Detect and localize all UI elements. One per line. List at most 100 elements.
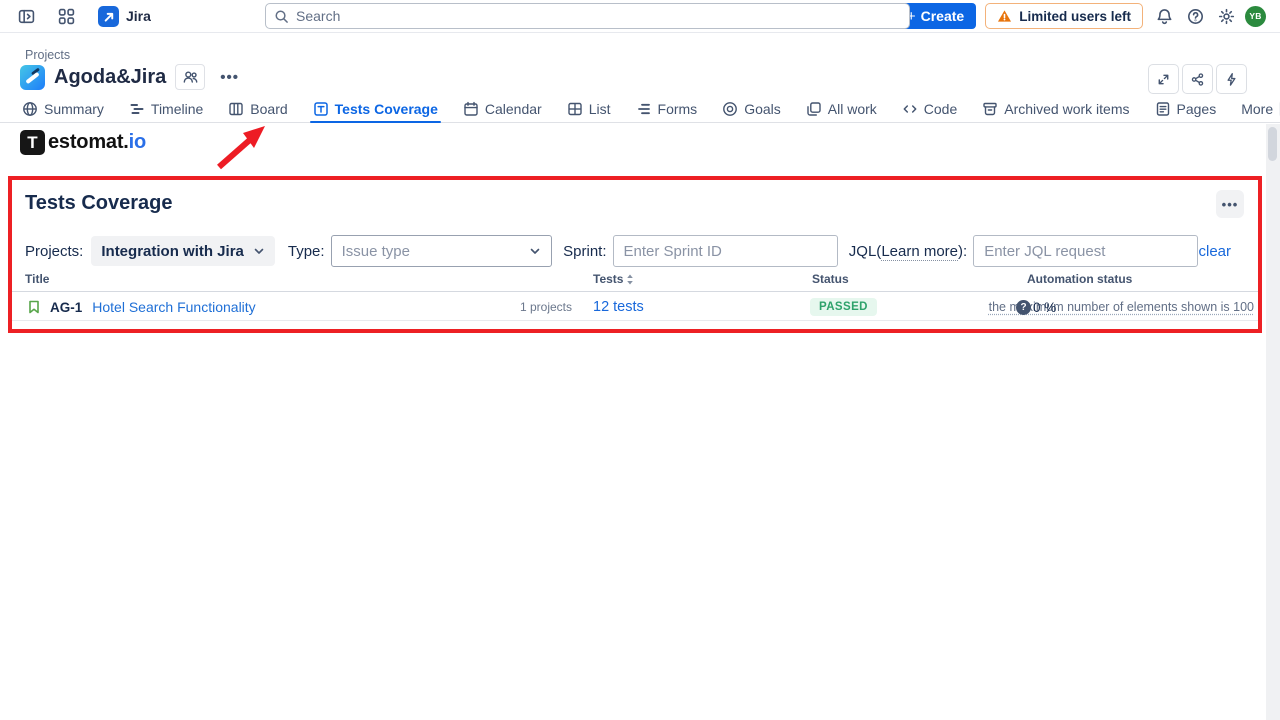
chevron-down-icon xyxy=(253,245,265,257)
share-button[interactable] xyxy=(1182,64,1213,94)
limited-users-banner[interactable]: Limited users left xyxy=(985,3,1143,29)
gear-icon xyxy=(1218,8,1235,25)
search-input[interactable] xyxy=(296,8,901,24)
global-search[interactable] xyxy=(265,3,910,29)
topbar: Jira + Create Limited users left YB xyxy=(0,0,1280,33)
tab-label: Pages xyxy=(1177,101,1217,117)
project-tabs: Summary Timeline Board Tests Coverage Ca… xyxy=(0,95,1280,123)
tab-more[interactable]: More 2 xyxy=(1241,95,1280,122)
automation-value: 0 % xyxy=(1033,300,1056,315)
tab-archived-work-items[interactable]: Archived work items xyxy=(982,95,1129,122)
column-title: Title xyxy=(25,272,49,286)
jira-brand[interactable]: Jira xyxy=(98,6,151,27)
project-members-button[interactable] xyxy=(175,64,205,90)
tab-goals[interactable]: Goals xyxy=(722,95,781,122)
tab-forms[interactable]: Forms xyxy=(636,95,698,122)
testomat-logo-text: estomat. xyxy=(48,131,129,154)
jira-logo-icon xyxy=(98,6,119,27)
code-icon xyxy=(902,101,918,117)
tests-coverage-panel: Tests Coverage ••• Projects: Integration… xyxy=(8,176,1262,333)
calendar-icon xyxy=(463,101,479,117)
help-icon xyxy=(1187,8,1204,25)
share-icon xyxy=(1190,72,1205,87)
tab-board[interactable]: Board xyxy=(228,95,287,122)
table-row: AG-1 Hotel Search Functionality 1 projec… xyxy=(12,293,1258,321)
project-avatar-icon xyxy=(20,65,45,90)
projects-count: 1 projects xyxy=(482,293,572,321)
jql-filter-label: JQL(Learn more): xyxy=(849,243,967,260)
topbar-icons: YB xyxy=(1152,4,1266,28)
people-icon xyxy=(182,69,199,85)
testomat-t-icon xyxy=(313,101,329,117)
tab-label: List xyxy=(589,101,611,117)
panel-more-button[interactable]: ••• xyxy=(1216,190,1244,218)
sidebar-toggle-button[interactable] xyxy=(14,4,38,28)
user-avatar[interactable]: YB xyxy=(1245,6,1266,27)
type-filter-label: Type: xyxy=(288,243,325,260)
settings-button[interactable] xyxy=(1214,4,1238,28)
search-icon xyxy=(274,9,289,24)
testomat-logo-icon: T xyxy=(20,130,45,155)
grid-icon xyxy=(567,101,583,117)
help-button[interactable] xyxy=(1183,4,1207,28)
sprint-input[interactable] xyxy=(613,235,838,267)
table-header: Title Tests Status Automation status xyxy=(12,272,1258,292)
tab-code[interactable]: Code xyxy=(902,95,957,122)
filters-bar: Projects: Integration with Jira Type: Is… xyxy=(25,234,1245,268)
tab-calendar[interactable]: Calendar xyxy=(463,95,542,122)
tab-tests-coverage[interactable]: Tests Coverage xyxy=(313,95,438,122)
app-grid-icon xyxy=(58,8,75,25)
forms-icon xyxy=(636,101,652,117)
status-cell: PASSED xyxy=(810,297,877,316)
tab-list[interactable]: List xyxy=(567,95,611,122)
issue-type-select[interactable]: Issue type xyxy=(331,235,553,267)
tests-count-link[interactable]: 12 tests xyxy=(593,293,644,321)
tab-label: All work xyxy=(828,101,877,117)
testomat-logo-tld: io xyxy=(129,131,146,154)
lightning-icon xyxy=(1224,72,1239,87)
tab-label: Timeline xyxy=(151,101,203,117)
timeline-icon xyxy=(129,101,145,117)
jql-input[interactable] xyxy=(973,235,1198,267)
app-switcher-button[interactable] xyxy=(54,4,78,28)
scrollbar-thumb[interactable] xyxy=(1268,127,1277,161)
jql-learn-more-link[interactable]: Learn more xyxy=(881,243,958,261)
projects-dropdown[interactable]: Integration with Jira xyxy=(91,236,275,266)
warning-icon xyxy=(997,9,1012,23)
tab-all-work[interactable]: All work xyxy=(806,95,877,122)
testomat-logo: T estomat. io xyxy=(20,130,146,155)
tab-label: Summary xyxy=(44,101,104,117)
sidebar-toggle-icon xyxy=(18,8,35,25)
column-tests[interactable]: Tests xyxy=(593,272,634,286)
tab-label: More xyxy=(1241,101,1273,117)
scrollbar-track[interactable] xyxy=(1266,124,1280,720)
automation-status-cell: ? 0 % xyxy=(1016,293,1056,321)
issue-type-placeholder: Issue type xyxy=(342,243,410,260)
tab-label: Archived work items xyxy=(1004,101,1129,117)
breadcrumb[interactable]: Projects xyxy=(25,48,70,62)
jql-label-prefix: JQL( xyxy=(849,243,882,260)
tab-label: Board xyxy=(250,101,287,117)
clear-filters-link[interactable]: clear xyxy=(1198,243,1231,260)
tab-timeline[interactable]: Timeline xyxy=(129,95,203,122)
column-automation-status: Automation status xyxy=(1027,272,1132,286)
notifications-button[interactable] xyxy=(1152,4,1176,28)
create-button-label: Create xyxy=(921,8,965,24)
project-actions xyxy=(1148,64,1247,94)
fullscreen-button[interactable] xyxy=(1148,64,1179,94)
projects-filter-label: Projects: xyxy=(25,243,83,260)
column-status: Status xyxy=(812,272,849,286)
target-icon xyxy=(722,101,738,117)
project-title: Agoda&Jira xyxy=(54,66,166,89)
tab-summary[interactable]: Summary xyxy=(22,95,104,122)
project-more-button[interactable]: ••• xyxy=(214,65,245,90)
tab-pages[interactable]: Pages xyxy=(1155,95,1217,122)
annotation-arrow xyxy=(205,121,277,171)
issue-key[interactable]: AG-1 xyxy=(50,300,82,315)
issue-title-link[interactable]: Hotel Search Functionality xyxy=(92,299,255,315)
pages-icon xyxy=(1155,101,1171,117)
topbar-left: Jira xyxy=(14,4,151,28)
projects-dropdown-value: Integration with Jira xyxy=(101,243,244,260)
automation-button[interactable] xyxy=(1216,64,1247,94)
question-circle-icon[interactable]: ? xyxy=(1016,300,1031,315)
